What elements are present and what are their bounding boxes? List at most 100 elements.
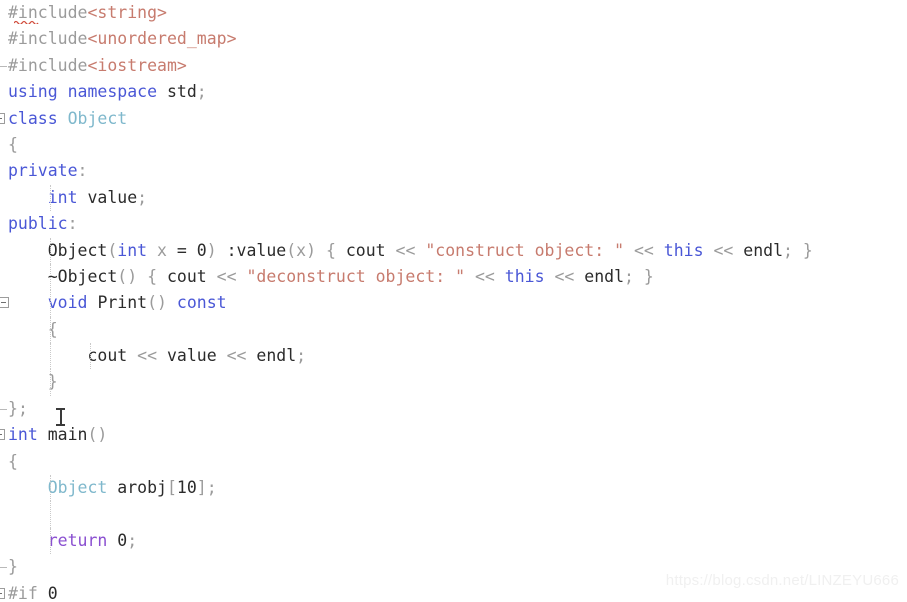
code-token: int [8, 425, 38, 445]
fold-collapse-marker[interactable] [0, 112, 5, 124]
code-token: arobj [117, 478, 167, 498]
code-token: Print [97, 293, 148, 313]
code-line[interactable]: public: [0, 211, 907, 237]
code-line[interactable]: ~Object() { cout << "deconstruct object:… [0, 263, 907, 291]
indent-guide [50, 501, 51, 528]
code-token: : [216, 240, 237, 260]
code-token: } [8, 398, 18, 418]
code-token: < [87, 29, 98, 49]
fold-collapse-marker[interactable] [0, 587, 5, 599]
code-token: () [117, 266, 138, 286]
code-token: x [296, 240, 307, 260]
code-token: = [166, 240, 197, 260]
code-token: 0 [47, 583, 58, 602]
code-line[interactable]: Object(int x = 0) :value(x) { cout << "c… [0, 237, 907, 264]
code-lines-container[interactable]: #include<string> #include<unordered_map> #… [0, 0, 907, 602]
code-token: void [47, 293, 88, 313]
code-line[interactable]: { [0, 316, 907, 344]
code-token: { [8, 451, 18, 471]
code-token: ; [783, 240, 793, 260]
code-editor-surface[interactable]: #include<string> #include<unordered_map> #… [0, 0, 907, 602]
code-token: ( [286, 240, 297, 260]
code-line[interactable]: int main() [0, 422, 907, 448]
code-token: ~Object [47, 266, 118, 286]
code-token: endl [256, 346, 297, 366]
code-token: return [47, 530, 108, 550]
code-line[interactable]: void Print() const [0, 290, 907, 317]
code-token: [ [166, 478, 177, 498]
code-token: > [157, 3, 167, 22]
code-token: } [8, 557, 18, 577]
code-token: : [67, 214, 78, 234]
fold-region-line [0, 475, 1, 501]
code-token: Object [47, 240, 108, 260]
code-token: cout [166, 266, 207, 286]
code-token: value [236, 240, 287, 260]
code-line[interactable]: cout << value << endl; [0, 343, 907, 370]
indent-guide [50, 263, 51, 291]
code-line[interactable]: class Object [0, 106, 907, 132]
code-line[interactable]: { [0, 449, 907, 475]
indent-guide [90, 343, 91, 370]
code-line[interactable]: Object arobj[10]; [0, 475, 907, 502]
code-line[interactable]: using namespace std; [0, 79, 907, 105]
code-line[interactable]: private: [0, 158, 907, 184]
fold-region-line [0, 317, 1, 343]
fold-collapse-marker[interactable] [0, 429, 5, 441]
code-line[interactable]: }; [0, 396, 907, 422]
fold-collapse-marker[interactable] [0, 297, 9, 309]
code-token: { [325, 240, 336, 260]
indent-guide [50, 475, 51, 502]
code-line[interactable]: { [0, 132, 907, 158]
code-token: < [87, 55, 98, 75]
code-token: : [77, 161, 88, 181]
code-line[interactable]: return 0; [0, 527, 907, 555]
code-token: << [633, 240, 654, 260]
code-token: << [554, 266, 575, 286]
code-token: ; [17, 398, 28, 418]
code-line[interactable] [0, 501, 907, 528]
code-token: { [147, 266, 158, 286]
indent-guide [50, 290, 51, 317]
code-line[interactable]: #include<iostream> [0, 53, 907, 79]
code-line[interactable]: #include<unordered_map> [0, 26, 907, 52]
code-token: () [147, 293, 167, 313]
indent-guide [50, 184, 51, 212]
code-line[interactable]: int value; [0, 184, 907, 212]
code-token: ; [137, 187, 148, 207]
code-line[interactable]: } [0, 369, 907, 396]
error-squiggle-underline [14, 20, 40, 24]
code-token: Object [47, 478, 108, 498]
code-token: class [8, 108, 58, 128]
fold-region-line [0, 158, 1, 184]
code-token: ; [196, 82, 207, 102]
fold-region-line [0, 528, 1, 554]
code-token: 10 [176, 478, 197, 498]
fold-region-line [0, 369, 1, 395]
code-token: using [8, 82, 58, 102]
code-token: std [166, 82, 197, 102]
code-token: ) [306, 240, 317, 260]
code-token: unordered_map [97, 29, 227, 49]
code-line[interactable]: #include<string> [0, 0, 907, 26]
code-token: { [8, 134, 18, 154]
